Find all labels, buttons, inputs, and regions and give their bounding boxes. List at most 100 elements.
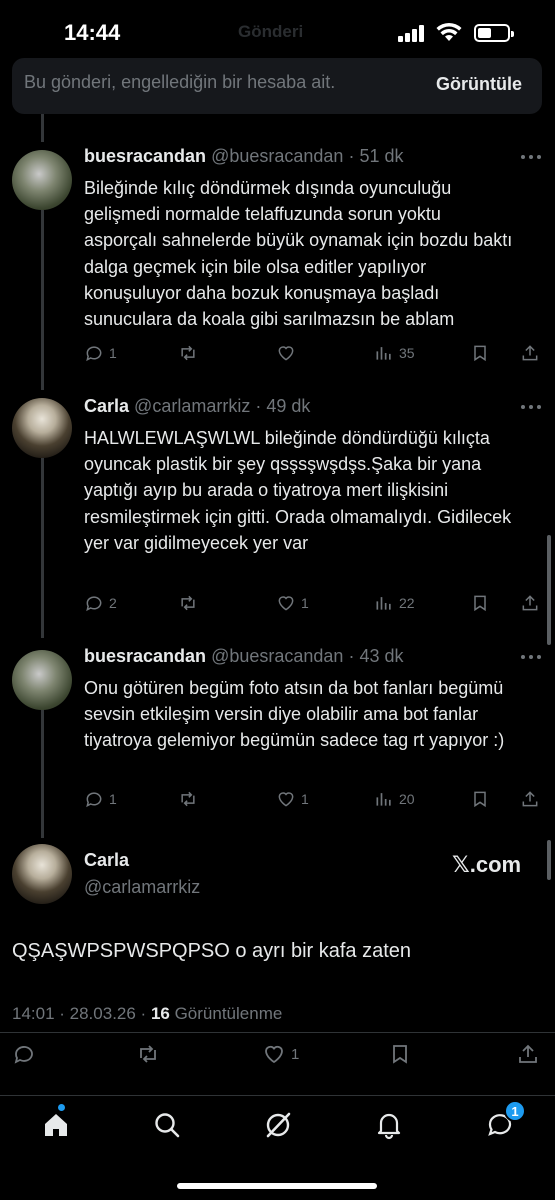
reply-button[interactable]	[12, 1043, 36, 1065]
bottom-nav: 1	[0, 1095, 555, 1155]
tweet-header: buesracandan @buesracandan · 51 dk	[84, 146, 403, 167]
home-icon	[45, 1114, 67, 1136]
more-options-icon[interactable]	[518, 400, 544, 412]
search-icon	[155, 1113, 180, 1138]
avatar[interactable]	[12, 844, 72, 904]
bookmark-button[interactable]	[388, 1043, 412, 1065]
avatar[interactable]	[12, 398, 72, 458]
retweet-button[interactable]	[178, 592, 203, 614]
scrollbar-thumb[interactable]	[547, 535, 551, 645]
home-indicator[interactable]	[177, 1183, 377, 1189]
reply-icon	[86, 346, 102, 362]
like-button[interactable]: 1	[276, 788, 309, 810]
like-count: 1	[301, 595, 309, 611]
timestamp-text: 14:01 · 28.03.26 ·	[12, 1004, 151, 1023]
reply-button[interactable]: 1	[84, 342, 117, 364]
author-handle[interactable]: @buesracandan	[211, 646, 343, 666]
share-icon	[522, 791, 538, 807]
author-handle[interactable]: @buesracandan	[211, 146, 343, 166]
like-button[interactable]	[276, 342, 301, 364]
tweet-time: · 49 dk	[255, 396, 311, 416]
like-count: 1	[301, 791, 309, 807]
author-name[interactable]: Carla	[84, 850, 129, 871]
like-button[interactable]: 1	[262, 1043, 299, 1065]
scrollbar-thumb[interactable]	[547, 840, 551, 880]
like-button[interactable]: 1	[276, 592, 309, 614]
retweet-icon	[181, 595, 195, 611]
tweet-actions: 1 35	[84, 342, 544, 364]
bookmark-button[interactable]	[470, 342, 490, 364]
heart-icon	[278, 792, 294, 807]
view-count: 35	[399, 345, 415, 361]
share-button[interactable]	[520, 592, 540, 614]
author-handle[interactable]: @carlamarrkiz	[134, 396, 250, 416]
nav-home[interactable]	[41, 1110, 71, 1140]
main-tweet-actions: 1	[0, 1043, 555, 1073]
retweet-button[interactable]	[136, 1043, 160, 1065]
tweet-text: Onu götüren begüm foto atsın da bot fanl…	[84, 678, 505, 751]
author-name[interactable]: buesracandan	[84, 146, 206, 166]
tweet-text: QŞAŞWPSPWSPQPSO o ayrı bir kafa zaten	[12, 940, 412, 962]
reply-count: 1	[109, 345, 117, 361]
blocked-notice-text: Bu gönderi, engellediğin bir hesaba ait.	[24, 72, 336, 92]
nav-notifications[interactable]	[374, 1110, 404, 1140]
like-count: 1	[291, 1045, 300, 1063]
avatar[interactable]	[12, 650, 72, 710]
bookmark-button[interactable]	[470, 592, 490, 614]
reply-icon	[86, 792, 102, 808]
share-button[interactable]	[520, 788, 540, 810]
author-name[interactable]: buesracandan	[84, 646, 206, 666]
bookmark-icon	[474, 595, 486, 612]
retweet-icon	[140, 1045, 156, 1063]
reply-count: 1	[109, 791, 117, 807]
views-chart-icon	[376, 793, 391, 806]
views-button[interactable]: 22	[374, 592, 415, 614]
tweet-actions: 1 1 20	[84, 788, 544, 810]
retweet-icon	[181, 345, 195, 361]
tweet-text: Bileğinde kılıç döndürmek dışında oyuncu…	[84, 178, 513, 330]
views-count[interactable]: 16	[151, 1004, 170, 1023]
share-icon	[519, 1044, 537, 1063]
view-blocked-button[interactable]: Görüntüle	[436, 74, 522, 95]
heart-icon	[278, 346, 294, 361]
share-button[interactable]	[520, 342, 540, 364]
view-count: 20	[399, 791, 415, 807]
bookmark-icon	[393, 1045, 407, 1064]
reply-button[interactable]: 2	[84, 592, 117, 614]
reply-button[interactable]: 1	[84, 788, 117, 810]
wifi-icon	[436, 22, 462, 42]
retweet-button[interactable]	[178, 342, 203, 364]
messages-badge: 1	[504, 1100, 526, 1122]
tweet-actions: 2 1 22	[84, 592, 544, 614]
thread-connector	[41, 210, 44, 390]
avatar[interactable]	[12, 150, 72, 210]
tweet-time: · 43 dk	[348, 646, 404, 666]
views-button[interactable]: 35	[374, 342, 415, 364]
thread-connector	[41, 708, 44, 838]
share-icon	[522, 345, 538, 361]
share-icon	[522, 595, 538, 611]
nav-grok[interactable]	[263, 1110, 293, 1140]
author-handle[interactable]: @carlamarrkiz	[84, 877, 200, 898]
faded-page-title: Gönderi	[238, 22, 304, 41]
retweet-button[interactable]	[178, 788, 203, 810]
more-options-icon[interactable]	[518, 650, 544, 662]
view-count: 22	[399, 595, 415, 611]
tweet-time: · 51 dk	[348, 146, 404, 166]
bookmark-button[interactable]	[470, 788, 490, 810]
author-name[interactable]: Carla	[84, 396, 129, 416]
more-options-icon[interactable]	[518, 150, 544, 162]
share-button[interactable]	[516, 1043, 540, 1065]
nav-search[interactable]	[152, 1110, 182, 1140]
tweet-header: Carla @carlamarrkiz · 49 dk	[84, 396, 310, 417]
divider	[0, 1032, 555, 1033]
tweet-timestamp: 14:01 · 28.03.26 · 16 Görüntülenme	[12, 1004, 282, 1024]
thread-connector	[41, 458, 44, 638]
heart-icon	[265, 1045, 283, 1064]
tweet-text: HALWLEWLAŞWLWL bileğinde döndürdüğü kılı…	[84, 428, 512, 553]
status-time: 14:44	[64, 20, 121, 45]
views-label[interactable]: Görüntülenme	[170, 1004, 283, 1023]
views-chart-icon	[376, 597, 391, 610]
views-button[interactable]: 20	[374, 788, 415, 810]
blocked-post-notice: Bu gönderi, engellediğin bir hesaba ait.…	[12, 58, 542, 114]
